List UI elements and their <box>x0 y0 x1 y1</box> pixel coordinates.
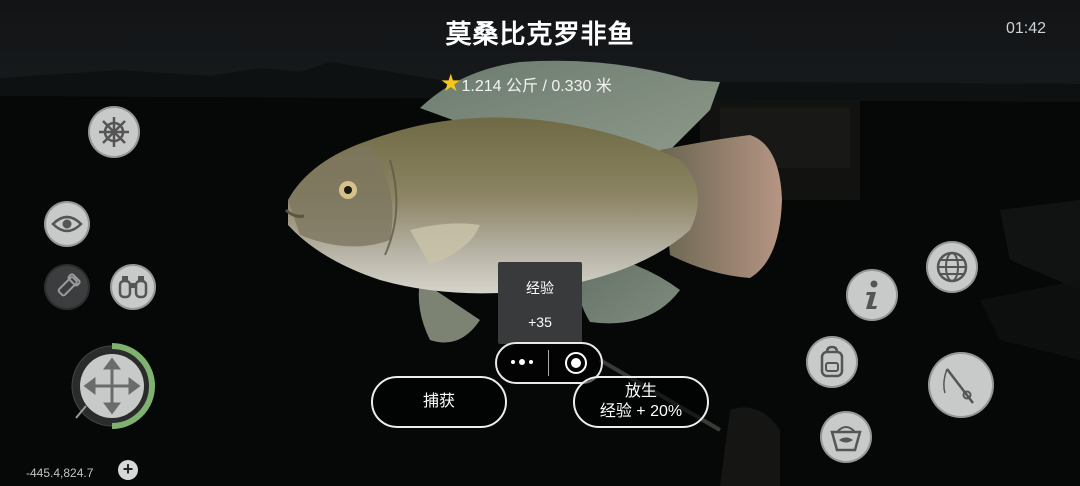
bucket-button[interactable] <box>820 411 872 463</box>
globe-icon <box>936 251 968 283</box>
fishing-rod-icon <box>943 368 974 404</box>
player-coordinates: -445.4,824.7 <box>26 466 94 480</box>
xp-label: 经验 <box>526 280 554 296</box>
joystick-handle <box>75 405 87 419</box>
release-fish-label: 放生 <box>624 383 657 400</box>
release-fish-button[interactable]: 放生 经验 + 20% <box>573 376 709 428</box>
fishing-rod-button[interactable] <box>928 352 994 418</box>
zoom-plus-button[interactable]: + <box>118 460 138 480</box>
ship-wheel-icon <box>99 117 129 147</box>
ship-wheel-button[interactable] <box>88 106 140 158</box>
eye-icon <box>51 215 83 233</box>
release-xp-bonus: 经验 + 20% <box>599 403 683 420</box>
eye-button[interactable] <box>44 201 90 247</box>
dots-icon <box>511 359 533 365</box>
backpack-icon <box>820 345 844 378</box>
info-button[interactable] <box>846 269 898 321</box>
bucket-icon <box>830 426 862 452</box>
keep-fish-button[interactable]: 捕获 <box>371 376 507 428</box>
binoculars-button[interactable] <box>110 264 156 310</box>
game-scene: 莫桑比克罗非鱼 01:42 ★ 1.214 公斤 / 0.330 米 -445.… <box>0 0 1080 486</box>
game-clock: 01:42 <box>1005 20 1046 37</box>
binoculars-icon <box>118 276 148 299</box>
info-icon <box>866 280 878 309</box>
flashlight-icon <box>57 273 81 297</box>
keep-fish-label: 捕获 <box>422 393 455 410</box>
fish-name-title: 莫桑比克罗非鱼 <box>445 19 635 49</box>
flashlight-button[interactable] <box>44 264 90 310</box>
star-icon: ★ <box>440 70 462 97</box>
xp-tooltip: 经验 +35 <box>498 262 582 344</box>
backpack-button[interactable] <box>806 336 858 388</box>
fish-weight-length: 1.214 公斤 / 0.330 米 <box>461 78 612 95</box>
xp-value: +35 <box>528 314 552 330</box>
fish-stats: ★ 1.214 公斤 / 0.330 米 <box>440 72 612 96</box>
toggle-divider <box>548 350 549 376</box>
target-icon <box>565 352 587 374</box>
globe-button[interactable] <box>926 241 978 293</box>
